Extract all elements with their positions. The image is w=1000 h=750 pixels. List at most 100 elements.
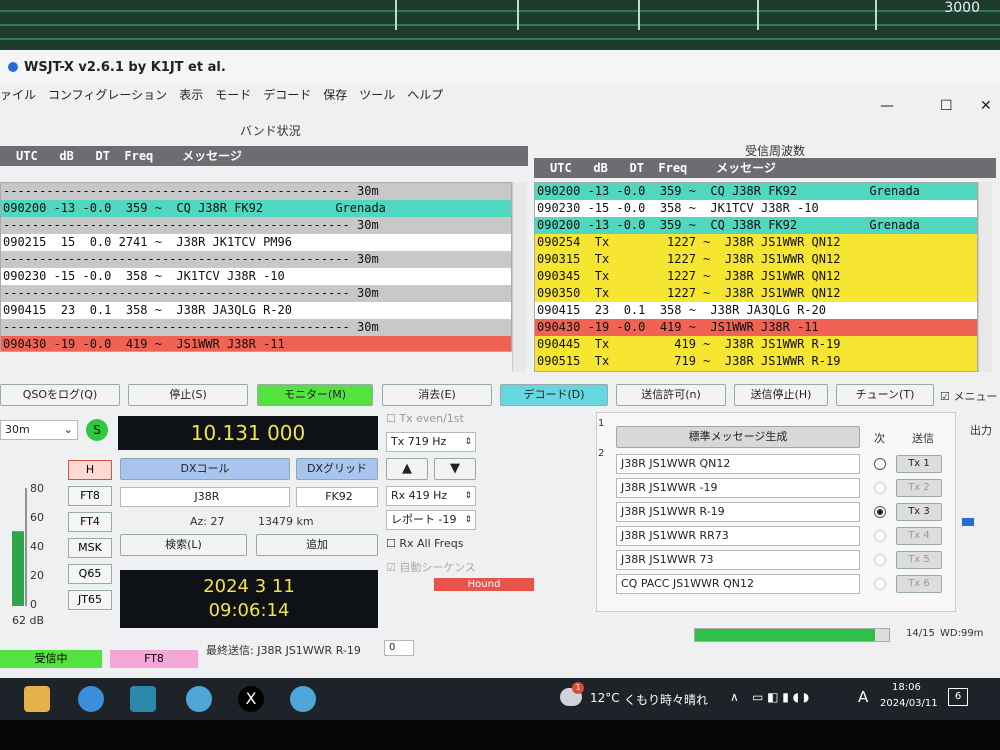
tx-now-button[interactable]: Tx 3 xyxy=(896,503,942,521)
tx-message-input[interactable]: CQ PACC JS1WWR QN12 xyxy=(616,574,860,594)
mode-button-msk[interactable]: MSK xyxy=(68,538,112,558)
lookup-button[interactable]: 検索(L) xyxy=(120,534,247,556)
mode-button-q65[interactable]: Q65 xyxy=(68,564,112,584)
message-row[interactable]: 090230 -15 -0.0 358 ~ JK1TCV J38R -10 xyxy=(1,268,511,285)
tray-chevron-icon[interactable]: ∧ xyxy=(730,690,739,704)
rx-to-tx-down-button[interactable]: ▼ xyxy=(434,458,476,480)
tx-message-input[interactable]: J38R JS1WWR R-19 xyxy=(616,502,860,522)
dial-frequency-display[interactable]: 10.131 000 xyxy=(118,416,378,450)
message-row[interactable]: 090430 -19 -0.0 419 ~ JS1WWR J38R -11 xyxy=(535,319,977,336)
menu-item[interactable]: ヘルプ xyxy=(407,88,443,102)
tune-button[interactable]: チューン(T) xyxy=(836,384,934,406)
s-meter-button[interactable]: S xyxy=(86,419,108,441)
menu-item[interactable]: ツール xyxy=(359,88,395,102)
rx-frequency-spinbox[interactable]: Rx 419 Hz ⇕ xyxy=(386,486,476,506)
tx-even-checkbox[interactable]: ☐ Tx even/1st xyxy=(386,412,464,425)
tx-to-rx-up-button[interactable]: ▲ xyxy=(386,458,428,480)
monitor-button[interactable]: モニター(M) xyxy=(257,384,373,406)
message-row[interactable]: 090545 Tx 719 ~ J38R JS1WWR R-19 xyxy=(535,370,977,371)
message-row[interactable]: ----------------------------------------… xyxy=(1,217,511,234)
rx-all-freqs-checkbox[interactable]: ☐ Rx All Freqs xyxy=(386,537,463,550)
minimize-button[interactable]: — xyxy=(880,98,894,114)
message-row[interactable]: 090200 -13 -0.0 359 ~ CQ J38R FK92 Grena… xyxy=(535,183,977,200)
menu-item[interactable]: ァイル xyxy=(0,88,36,102)
message-row[interactable]: 090200 -13 -0.0 359 ~ CQ J38R FK92 Grena… xyxy=(535,217,977,234)
message-row[interactable]: ----------------------------------------… xyxy=(1,251,511,268)
message-row[interactable]: 090315 Tx 1227 ~ J38R JS1WWR QN12 xyxy=(535,251,977,268)
halt-tx-button[interactable]: 送信停止(H) xyxy=(734,384,828,406)
tx-now-button[interactable]: Tx 2 xyxy=(896,479,942,497)
log-qso-button[interactable]: QSOをログ(Q) xyxy=(0,384,120,406)
mode-button-jt65[interactable]: JT65 xyxy=(68,590,112,610)
tx-message-input[interactable]: J38R JS1WWR -19 xyxy=(616,478,860,498)
app2-taskbar-icon[interactable] xyxy=(290,686,316,712)
message-row[interactable]: ----------------------------------------… xyxy=(1,285,511,302)
app-taskbar-icon[interactable] xyxy=(186,686,212,712)
message-row[interactable]: 090415 23 0.1 358 ~ J38R JA3QLG R-20 xyxy=(535,302,977,319)
report-spinbox[interactable]: レポート -19 ⇕ xyxy=(386,510,476,530)
tx-message-input[interactable]: J38R JS1WWR 73 xyxy=(616,550,860,570)
taskbar-clock[interactable]: 18:06 xyxy=(892,682,921,693)
mode-button-ft4[interactable]: FT4 xyxy=(68,512,112,532)
tx-now-button[interactable]: Tx 5 xyxy=(896,551,942,569)
message-row[interactable]: 090445 Tx 419 ~ J38R JS1WWR R-19 xyxy=(535,336,977,353)
tab-1[interactable]: 1 xyxy=(598,418,604,429)
edge-browser-icon[interactable] xyxy=(78,686,104,712)
dx-grid-button[interactable]: DXグリッド xyxy=(296,458,378,480)
rx-frequency-list[interactable]: 090200 -13 -0.0 359 ~ CQ J38R FK92 Grena… xyxy=(534,182,978,372)
tx-message-input[interactable]: J38R JS1WWR RR73 xyxy=(616,526,860,546)
menu-item[interactable]: デコード xyxy=(263,88,311,102)
next-tx-radio[interactable] xyxy=(874,530,886,542)
message-row[interactable]: 090215 15 0.0 2741 ~ J38R JK1TCV PM96 xyxy=(1,234,511,251)
enable-tx-button[interactable]: 送信許可(n) xyxy=(616,384,726,406)
next-tx-radio[interactable] xyxy=(874,578,886,590)
message-row[interactable]: 090345 Tx 1227 ~ J38R JS1WWR QN12 xyxy=(535,268,977,285)
x-app-icon[interactable]: X xyxy=(238,686,264,712)
file-explorer-icon[interactable] xyxy=(24,686,50,712)
add-button[interactable]: 追加 xyxy=(256,534,378,556)
message-row[interactable]: 090415 23 0.1 358 ~ J38R JA3QLG R-20 xyxy=(1,302,511,319)
menus-checkbox[interactable]: ☑ メニュー xyxy=(940,388,997,404)
taskbar-date[interactable]: 2024/03/11 xyxy=(880,698,938,709)
menu-item[interactable]: 表示 xyxy=(179,88,203,102)
dx-call-input[interactable]: J38R xyxy=(120,487,290,507)
tx-frequency-spinbox[interactable]: Tx 719 Hz ⇕ xyxy=(386,432,476,452)
waterfall-display[interactable]: 3000 xyxy=(0,0,1000,50)
message-row[interactable]: 090430 -19 -0.0 419 ~ JS1WWR J38R -11 xyxy=(1,336,511,351)
notification-center-icon[interactable]: 6 xyxy=(948,688,968,706)
message-row[interactable]: ----------------------------------------… xyxy=(1,183,511,200)
auto-seq-checkbox[interactable]: ☑ 自動シーケンス xyxy=(386,559,476,575)
tx-now-button[interactable]: Tx 1 xyxy=(896,455,942,473)
band-activity-list[interactable]: ----------------------------------------… xyxy=(0,182,512,352)
stop-button[interactable]: 停止(S) xyxy=(128,384,248,406)
menu-item[interactable]: 保存 xyxy=(323,88,347,102)
band-select[interactable]: 30m ⌄ xyxy=(0,420,78,440)
decode-button[interactable]: デコード(D) xyxy=(500,384,608,406)
mode-button-ft8[interactable]: FT8 xyxy=(68,486,112,506)
tray-icons[interactable]: ▭ ◧ ▮ ◖ ◗ xyxy=(752,690,809,704)
wsjtx-taskbar-icon[interactable] xyxy=(130,686,156,712)
tx-now-button[interactable]: Tx 6 xyxy=(896,575,942,593)
h-button[interactable]: H xyxy=(68,460,112,480)
message-row[interactable]: ----------------------------------------… xyxy=(1,319,511,336)
next-tx-radio[interactable] xyxy=(874,554,886,566)
tx-now-button[interactable]: Tx 4 xyxy=(896,527,942,545)
rx-frequency-scrollbar[interactable] xyxy=(978,182,992,372)
message-row[interactable]: 090515 Tx 719 ~ J38R JS1WWR R-19 xyxy=(535,353,977,370)
message-row[interactable]: 090230 -15 -0.0 358 ~ JK1TCV J38R -10 xyxy=(535,200,977,217)
maximize-button[interactable]: ☐ xyxy=(940,98,953,114)
tx-message-input[interactable]: J38R JS1WWR QN12 xyxy=(616,454,860,474)
message-row[interactable]: 090254 Tx 1227 ~ J38R JS1WWR QN12 xyxy=(535,234,977,251)
menu-item[interactable]: モード xyxy=(215,88,251,102)
band-activity-scrollbar[interactable] xyxy=(512,182,526,372)
menu-item[interactable]: コンフィグレーション xyxy=(48,88,167,102)
next-tx-radio[interactable] xyxy=(874,458,886,470)
power-slider-handle[interactable] xyxy=(962,518,974,526)
message-row[interactable]: 090350 Tx 1227 ~ J38R JS1WWR QN12 xyxy=(535,285,977,302)
tab-2[interactable]: 2 xyxy=(598,448,604,459)
close-button[interactable]: ✕ xyxy=(980,98,992,114)
erase-button[interactable]: 消去(E) xyxy=(382,384,492,406)
ime-indicator[interactable]: A xyxy=(858,688,868,706)
generate-std-messages-button[interactable]: 標準メッセージ生成 xyxy=(616,426,860,448)
dx-grid-input[interactable]: FK92 xyxy=(296,487,378,507)
